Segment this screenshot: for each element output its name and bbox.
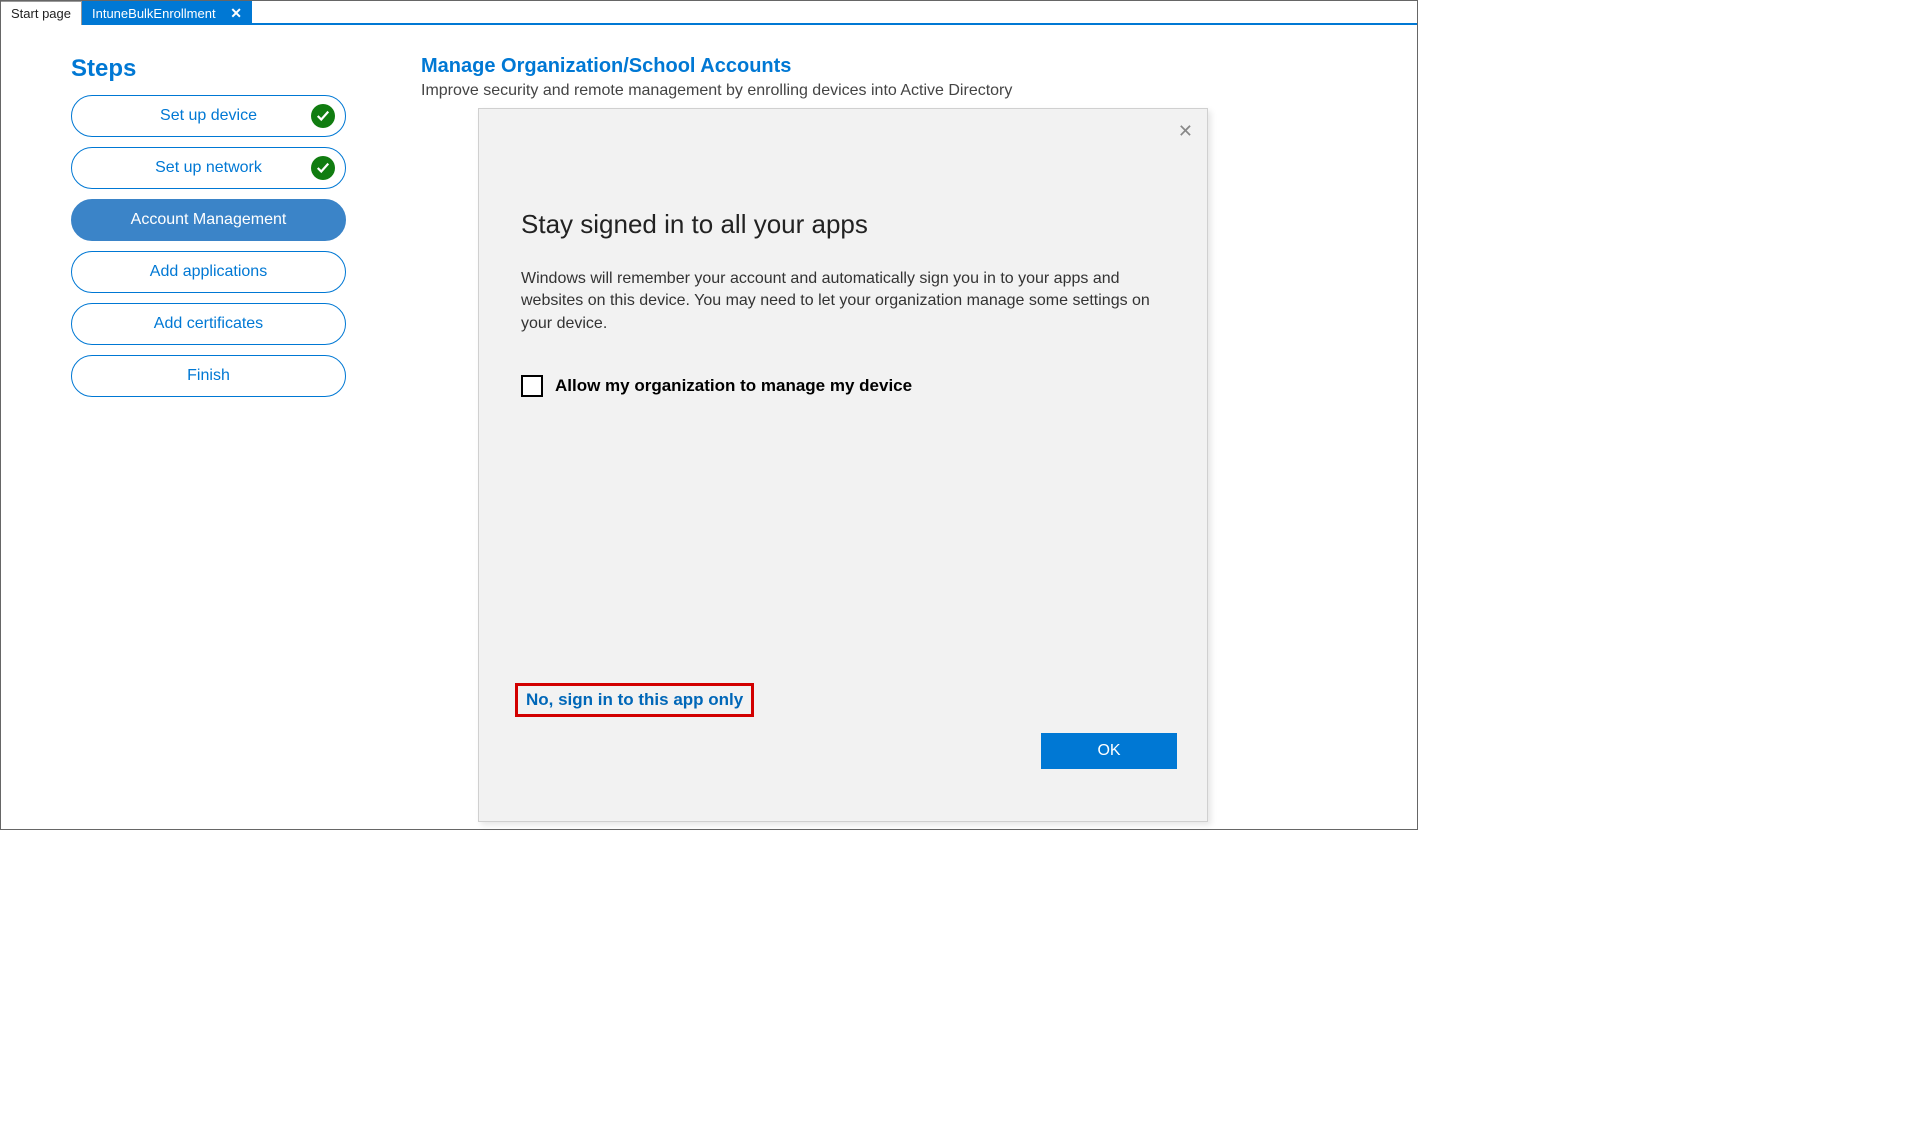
step-label: Add certificates [154, 315, 263, 333]
tab-start-page[interactable]: Start page [1, 1, 82, 25]
checkbox-label: Allow my organization to manage my devic… [555, 376, 912, 396]
ok-button[interactable]: OK [1041, 733, 1177, 769]
step-label: Set up network [155, 159, 262, 177]
tab-label: IntuneBulkEnrollment [92, 6, 216, 21]
highlight-box: No, sign in to this app only [515, 683, 754, 717]
close-icon[interactable]: ✕ [230, 5, 242, 22]
step-setup-device[interactable]: Set up device [71, 95, 346, 137]
tab-intune-bulk-enrollment[interactable]: IntuneBulkEnrollment ✕ [82, 1, 252, 25]
page-subtitle: Improve security and remote management b… [421, 82, 1387, 100]
steps-sidebar: Steps Set up device Set up network Accou… [31, 45, 381, 407]
sign-in-app-only-container: No, sign in to this app only [515, 683, 754, 717]
step-setup-network[interactable]: Set up network [71, 147, 346, 189]
dialog-body: Stay signed in to all your apps Windows … [479, 109, 1207, 397]
dialog-description: Windows will remember your account and a… [521, 268, 1165, 335]
dialog-title: Stay signed in to all your apps [521, 209, 1165, 240]
step-account-management[interactable]: Account Management [71, 199, 346, 241]
manage-device-option[interactable]: Allow my organization to manage my devic… [521, 375, 1165, 397]
app-window: Start page IntuneBulkEnrollment ✕ Steps … [0, 0, 1418, 830]
tab-bar: Start page IntuneBulkEnrollment ✕ [1, 1, 1417, 25]
checkbox-icon[interactable] [521, 375, 543, 397]
close-icon[interactable]: ✕ [1178, 121, 1193, 142]
step-label: Account Management [131, 211, 287, 229]
checkmark-icon [311, 104, 335, 128]
page-title: Manage Organization/School Accounts [421, 55, 1387, 78]
step-add-certificates[interactable]: Add certificates [71, 303, 346, 345]
step-finish[interactable]: Finish [71, 355, 346, 397]
step-label: Set up device [160, 107, 257, 125]
step-add-applications[interactable]: Add applications [71, 251, 346, 293]
step-label: Add applications [150, 263, 267, 281]
sidebar-title: Steps [71, 55, 341, 83]
signin-dialog: ✕ Stay signed in to all your apps Window… [478, 108, 1208, 822]
checkmark-icon [311, 156, 335, 180]
sign-in-app-only-link[interactable]: No, sign in to this app only [526, 690, 743, 709]
step-label: Finish [187, 367, 230, 385]
tab-label: Start page [11, 6, 71, 21]
